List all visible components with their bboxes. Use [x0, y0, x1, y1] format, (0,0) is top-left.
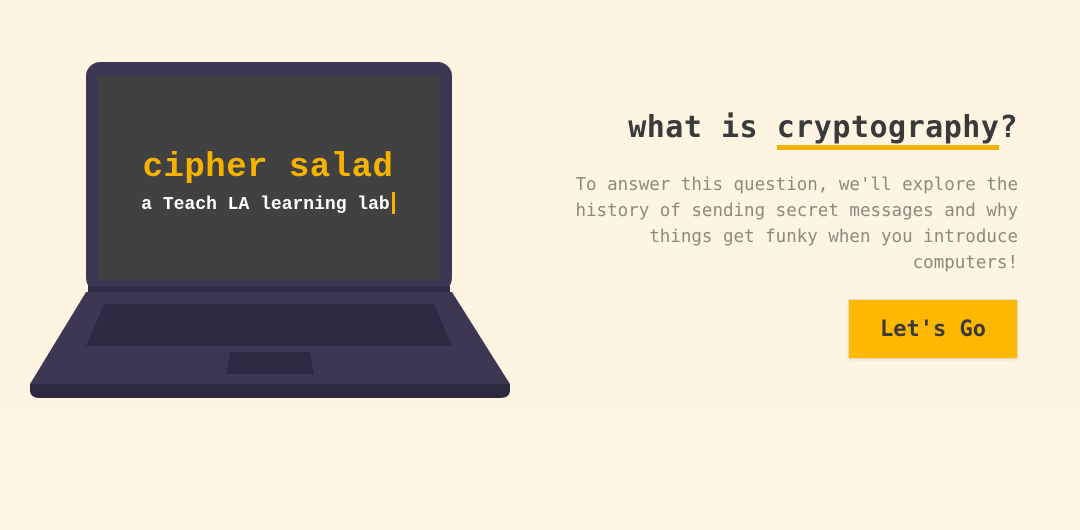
laptop-hinge: [88, 286, 450, 292]
screen-content: cipher salad a Teach LA learning lab: [98, 146, 438, 218]
page-heading: what is cryptography?: [628, 106, 1018, 150]
heading-suffix: ?: [999, 110, 1018, 145]
laptop-illustration: cipher salad a Teach LA learning lab: [28, 62, 512, 402]
heading-prefix: what is: [628, 110, 777, 145]
laptop-base-edge: [30, 384, 510, 398]
app-title: cipher salad: [142, 149, 394, 187]
text-cursor: [391, 192, 395, 214]
lets-go-button[interactable]: Let's Go: [848, 299, 1018, 359]
laptop-graphic: [30, 62, 510, 398]
laptop-touchpad: [226, 352, 314, 374]
app-subtitle-text: a Teach LA learning lab: [141, 195, 390, 215]
heading-highlight: cryptography: [776, 110, 1000, 150]
laptop-keyboard: [86, 304, 452, 346]
app-subtitle: a Teach LA learning lab: [141, 192, 395, 218]
intro-description: To answer this question, we'll explore t…: [575, 175, 1018, 273]
